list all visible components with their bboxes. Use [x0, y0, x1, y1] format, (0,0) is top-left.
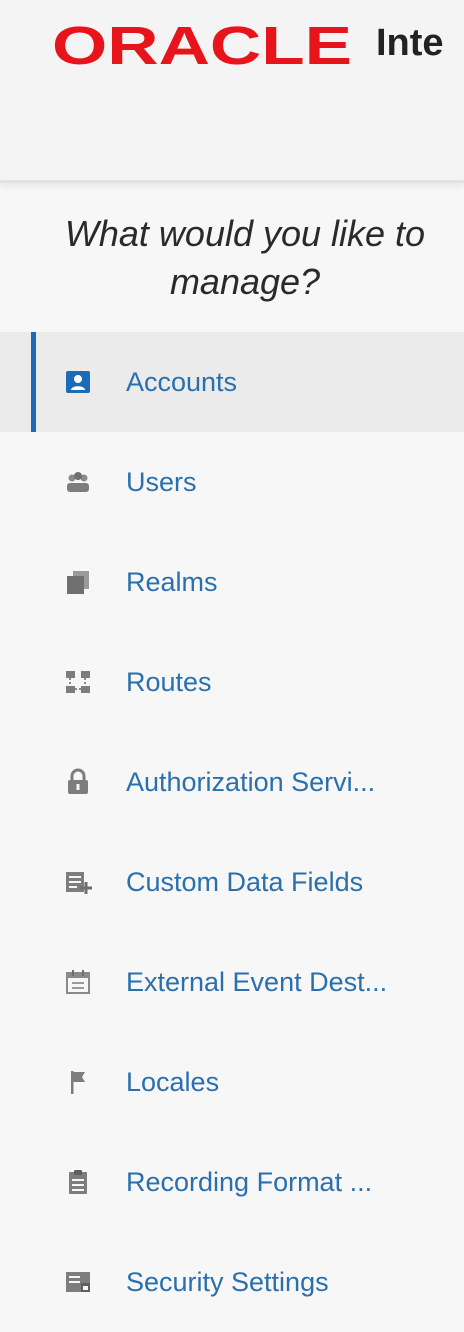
nav-label-external-event-destinations: External Event Dest...: [126, 966, 388, 997]
nav-label-users: Users: [126, 466, 197, 497]
app-header: ORACLE Inte: [0, 0, 464, 183]
nav-label-accounts: Accounts: [126, 366, 238, 397]
nav-item-realms[interactable]: Realms: [0, 532, 464, 632]
realms-icon: [67, 571, 89, 594]
nav-item-custom-data-fields[interactable]: Custom Data Fields: [0, 832, 464, 932]
nav-item-locales[interactable]: Locales: [0, 1032, 464, 1132]
users-icon: [67, 472, 89, 492]
prompt-line-2: manage?: [169, 261, 321, 302]
nav-item-recording-format[interactable]: Recording Format ...: [0, 1132, 464, 1232]
flag-icon: [71, 1071, 85, 1094]
nav-label-routes: Routes: [126, 666, 212, 697]
manage-nav-list: Accounts Users Realms Routes Authorizati…: [0, 332, 464, 1332]
nav-item-security-settings[interactable]: Security Settings: [0, 1232, 464, 1332]
accounts-icon: [66, 371, 90, 393]
app-title: Inte: [376, 22, 444, 64]
lock-icon: [68, 768, 88, 794]
nav-label-realms: Realms: [126, 566, 218, 597]
nav-label-security-settings: Security Settings: [126, 1266, 329, 1297]
nav-label-recording-format: Recording Format ...: [126, 1166, 373, 1197]
routes-icon: [66, 671, 90, 693]
nav-item-external-event-destinations[interactable]: External Event Dest...: [0, 932, 464, 1032]
calendar-icon: [66, 970, 90, 994]
nav-item-accounts[interactable]: Accounts: [0, 332, 464, 432]
nav-label-custom-data-fields: Custom Data Fields: [126, 866, 364, 897]
prompt-line-1: What would you like to: [64, 213, 426, 254]
svg-text:ORACLE: ORACLE: [52, 16, 352, 76]
nav-label-locales: Locales: [126, 1066, 220, 1097]
oracle-logo: ORACLE: [52, 16, 352, 76]
custom-data-fields-icon: [66, 872, 92, 894]
nav-item-authorization-services[interactable]: Authorization Servi...: [0, 732, 464, 832]
security-settings-icon: [66, 1272, 90, 1292]
nav-label-authorization-services: Authorization Servi...: [126, 766, 376, 797]
clipboard-icon: [69, 1170, 87, 1194]
nav-item-users[interactable]: Users: [0, 432, 464, 532]
manage-prompt: What would you like to manage?: [0, 210, 464, 306]
nav-item-routes[interactable]: Routes: [0, 632, 464, 732]
